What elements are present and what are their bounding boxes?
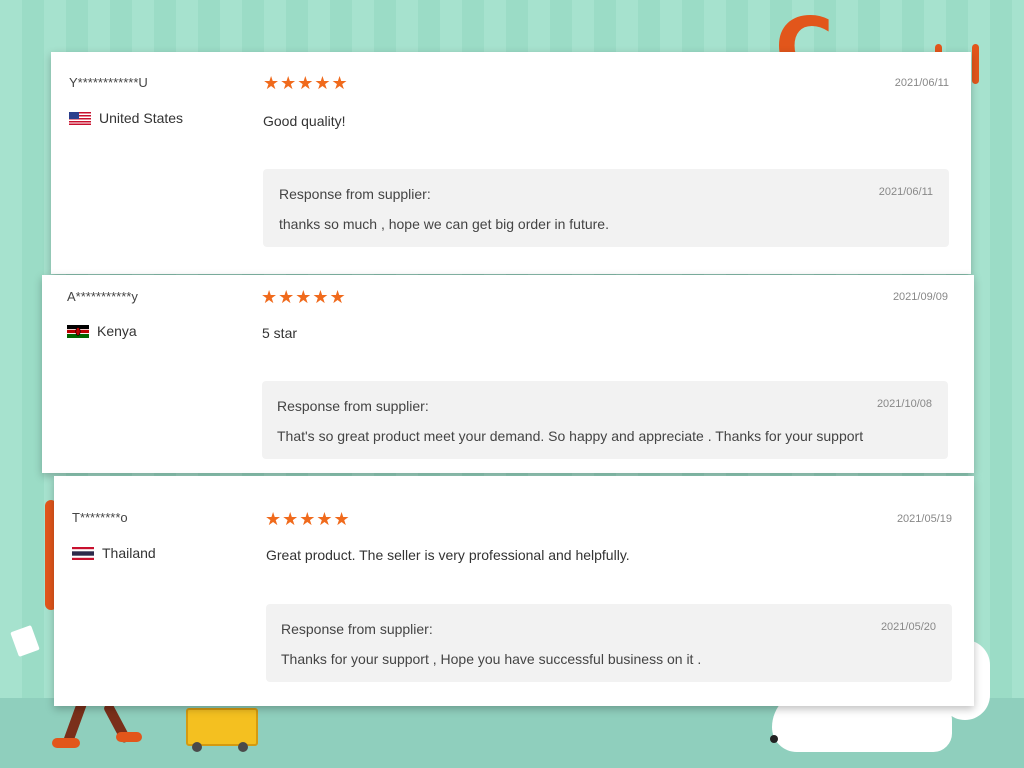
response-date: 2021/05/20 — [880, 621, 936, 633]
country-label: United States — [99, 110, 184, 126]
kenya-flag-icon — [67, 324, 89, 338]
review-card: A***********y Kenya ★★★★★ 2021/09/09 5 s… — [42, 275, 974, 473]
supplier-response: Response from supplier: 2021/10/08 That'… — [262, 381, 948, 459]
rating-stars: ★★★★★ — [263, 73, 349, 94]
rating-stars: ★★★★★ — [265, 509, 351, 530]
review-date: 2021/09/09 — [892, 291, 948, 303]
cart-wheel — [192, 742, 202, 752]
country-label: Kenya — [97, 323, 137, 339]
reviewer-name: T********o — [72, 510, 128, 525]
response-label: Response from supplier: — [281, 621, 433, 637]
reviewer-name: A***********y — [67, 289, 138, 304]
polar-bear-nose — [770, 735, 778, 743]
reviewer-name: Y************U — [69, 75, 148, 90]
review-date: 2021/06/11 — [894, 77, 949, 89]
us-flag-icon — [69, 111, 91, 125]
supplier-response: Response from supplier: 2021/06/11 thank… — [263, 169, 949, 247]
supplier-response: Response from supplier: 2021/05/20 Thank… — [266, 604, 952, 682]
response-text: That's so great product meet your demand… — [277, 428, 864, 444]
shopping-cart-illustration — [186, 708, 258, 746]
reviewer-country: United States — [69, 110, 183, 126]
cart-wheel — [238, 742, 248, 752]
decorative-letter-stroke — [972, 44, 979, 84]
response-label: Response from supplier: — [279, 186, 431, 202]
review-comment: 5 star — [262, 325, 298, 341]
decorative-figure-shoe — [116, 732, 142, 742]
response-text: Thanks for your support , Hope you have … — [281, 651, 702, 667]
response-label: Response from supplier: — [277, 398, 429, 414]
response-date: 2021/10/08 — [876, 398, 932, 410]
review-card: T********o Thailand ★★★★★ 2021/05/19 Gre… — [54, 476, 974, 706]
review-comment: Good quality! — [263, 113, 346, 129]
country-label: Thailand — [102, 545, 156, 561]
review-card: Y************U United States ★★★★★ 2021/… — [51, 52, 971, 274]
response-date: 2021/06/11 — [878, 186, 933, 198]
decorative-figure-shoe — [52, 738, 80, 748]
reviewer-country: Thailand — [72, 545, 156, 561]
review-date: 2021/05/19 — [896, 513, 952, 525]
rating-stars: ★★★★★ — [261, 287, 347, 308]
response-text: thanks so much , hope we can get big ord… — [279, 216, 609, 232]
review-comment: Great product. The seller is very profes… — [266, 547, 630, 563]
reviewer-country: Kenya — [67, 323, 137, 339]
thailand-flag-icon — [72, 546, 94, 560]
decorative-paper — [10, 625, 40, 657]
